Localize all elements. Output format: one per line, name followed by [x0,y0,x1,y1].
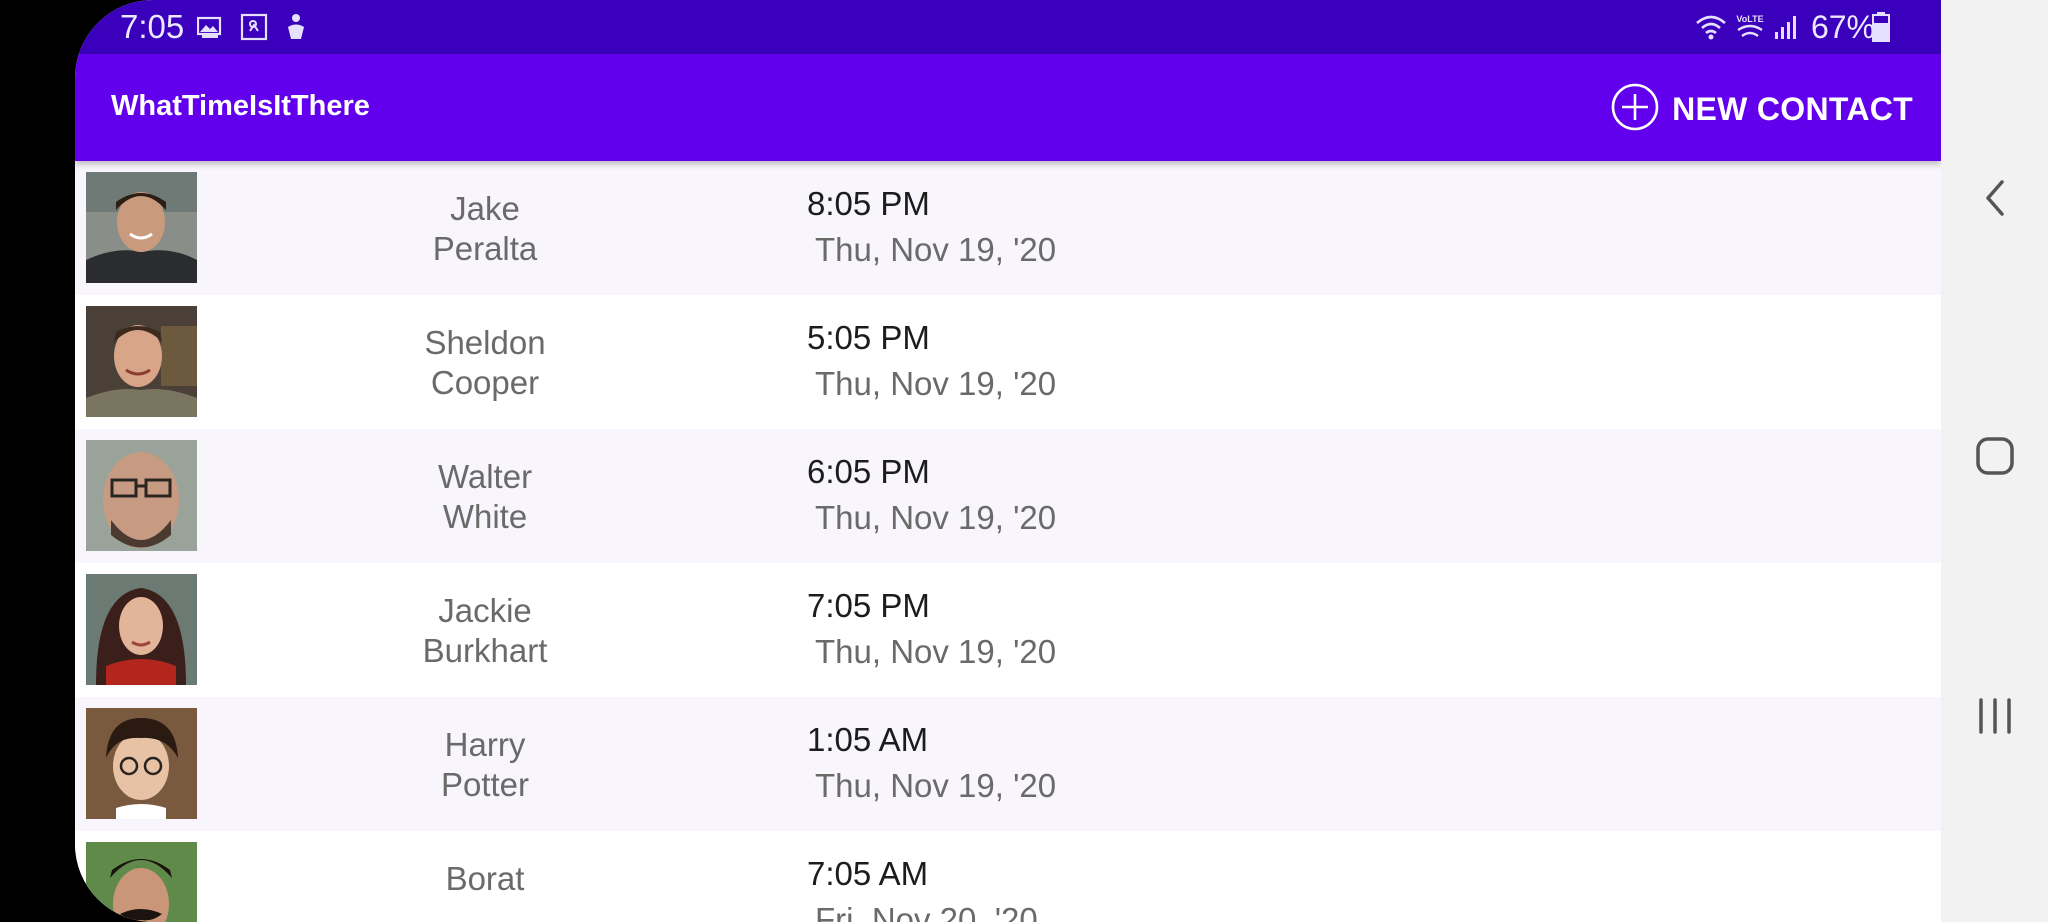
contact-row[interactable]: Sheldon Cooper 5:05 PM Thu, Nov 19, '20 [75,295,1941,429]
contact-row[interactable]: Jackie Burkhart 7:05 PM Thu, Nov 19, '20 [75,563,1941,697]
new-contact-button[interactable]: NEW CONTACT [1610,82,1913,137]
contact-list[interactable]: Jake Peralta 8:05 PM Thu, Nov 19, '20 She… [75,161,1941,922]
contact-row[interactable]: Walter White 6:05 PM Thu, Nov 19, '20 [75,429,1941,563]
gallery-icon [197,12,223,42]
accessibility-icon [283,12,309,42]
contact-avatar [86,574,197,685]
home-icon [1975,436,2015,481]
back-icon [1980,178,2010,223]
screenshot-icon [240,12,268,42]
back-button[interactable] [1965,170,2025,230]
wifi-icon [1695,12,1727,42]
contact-avatar [86,842,197,922]
signal-icon [1773,12,1801,42]
recents-button[interactable] [1965,688,2025,748]
contact-date: Thu, Nov 19, '20 [815,365,1057,402]
battery-percentage: 67% [1810,9,1875,45]
contact-name: Jackie Burkhart [422,592,548,669]
contact-time: 1:05 AM [807,721,929,758]
contact-avatar [86,708,197,819]
contact-name: Borat [445,860,525,897]
status-time: 7:05 [120,8,185,45]
contact-avatar [86,440,197,551]
svg-text:VoLTE: VoLTE [1736,14,1763,24]
contact-name: Walter White [437,458,533,535]
status-bar: 7:05 VoLTE 67% [75,0,1941,54]
contact-name: Jake Peralta [432,190,538,267]
app-title: WhatTimeIsItThere [111,90,370,122]
contact-time: 8:05 PM [807,185,930,222]
contact-name: Sheldon Cooper [424,324,546,401]
contact-date: Thu, Nov 19, '20 [815,633,1057,670]
contact-row[interactable]: Harry Potter 1:05 AM Thu, Nov 19, '20 [75,697,1941,831]
contact-date: Thu, Nov 19, '20 [815,499,1057,536]
contact-row[interactable]: Borat 7:05 AM Fri, Nov 20, '20 [75,831,1941,922]
navigation-bar [1941,0,2048,922]
volte-icon: VoLTE [1734,12,1766,42]
contact-avatar [86,306,197,417]
device-screen: 7:05 VoLTE 67% WhatTimeIsItThere NEW CON… [0,0,2048,922]
new-contact-label: NEW CONTACT [1672,90,1913,127]
contact-row[interactable]: Jake Peralta 8:05 PM Thu, Nov 19, '20 [75,161,1941,295]
app-toolbar: WhatTimeIsItThere NEW CONTACT [75,54,1941,161]
battery-icon [1871,12,1891,42]
contact-name: Harry Potter [440,726,530,803]
contact-time: 6:05 PM [807,453,930,490]
contact-avatar [86,172,197,283]
add-circle-icon [1610,82,1660,137]
contact-date: Thu, Nov 19, '20 [815,767,1057,804]
home-button[interactable] [1965,428,2025,488]
contact-time: 7:05 PM [807,587,930,624]
app-window: 7:05 VoLTE 67% WhatTimeIsItThere NEW CON… [75,0,1941,922]
recents-icon [1975,696,2015,741]
contact-time: 7:05 AM [807,855,929,892]
contact-time: 5:05 PM [807,319,930,356]
contact-date: Fri, Nov 20, '20 [815,901,1038,922]
contact-date: Thu, Nov 19, '20 [815,231,1057,268]
